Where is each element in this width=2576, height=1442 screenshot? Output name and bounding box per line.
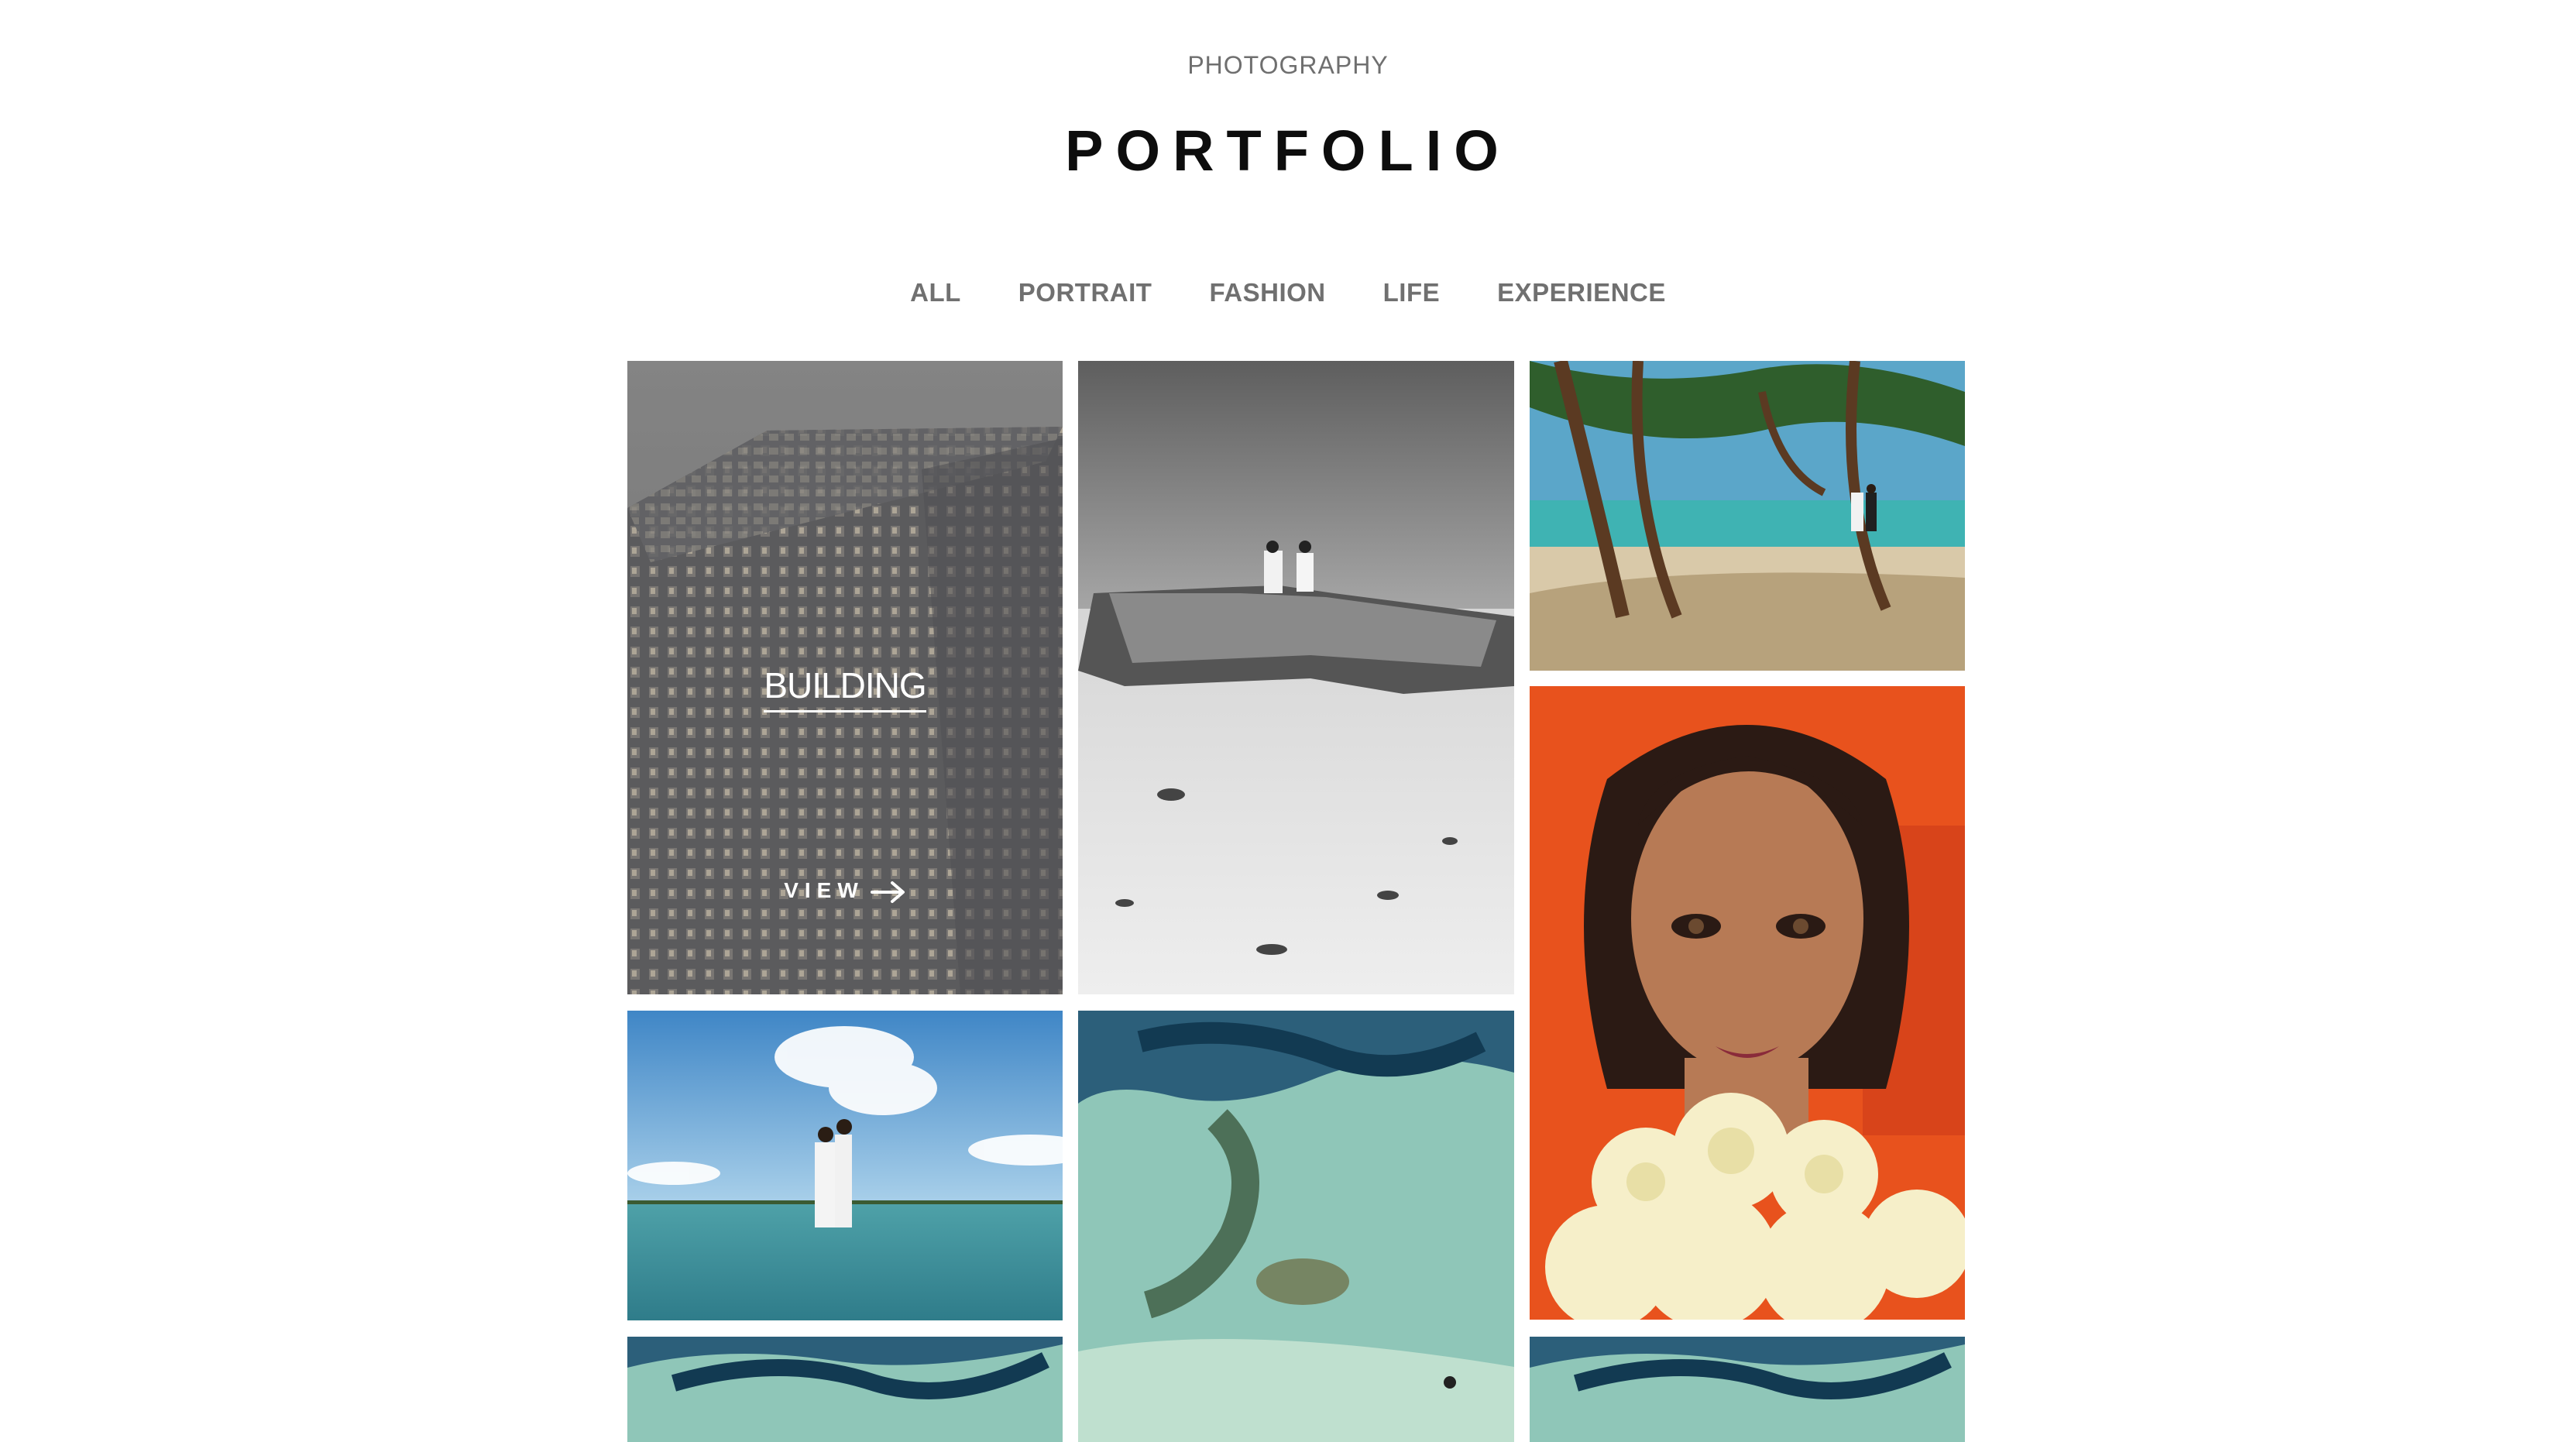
gallery-item-reef-2[interactable] <box>627 1337 1063 1442</box>
couple-water-photo <box>627 1011 1063 1320</box>
page-title: PORTFOLIO <box>1065 118 1511 183</box>
filter-experience[interactable]: EXPERIENCE <box>1497 278 1666 307</box>
boat-photo <box>1078 361 1514 994</box>
reef-photo-2 <box>627 1337 1063 1442</box>
gallery-item-reef-3[interactable] <box>1530 1337 1965 1442</box>
filter-all[interactable]: ALL <box>910 278 961 307</box>
reef-photo-1 <box>1078 1011 1514 1442</box>
view-label: VIEW <box>784 878 864 902</box>
section-eyebrow: PHOTOGRAPHY <box>1187 51 1389 79</box>
beach-trees-photo <box>1530 361 1965 671</box>
reef-photo-3 <box>1530 1337 1965 1442</box>
bride-photo <box>1530 686 1965 1320</box>
filter-fashion[interactable]: FASHION <box>1209 278 1325 307</box>
filter-portrait[interactable]: PORTRAIT <box>1018 278 1152 307</box>
gallery-item-beach-trees[interactable] <box>1530 361 1965 671</box>
gallery-item-boat[interactable] <box>1078 361 1514 994</box>
filter-life[interactable]: LIFE <box>1383 278 1441 307</box>
hover-item-title: BUILDING <box>627 664 1063 712</box>
gallery-item-couple-water[interactable] <box>627 1011 1063 1320</box>
gallery-item-bride[interactable] <box>1530 686 1965 1320</box>
portfolio-page: PHOTOGRAPHY PORTFOLIO ALL PORTRAIT FASHI… <box>0 0 2576 1442</box>
view-link[interactable]: VIEW <box>627 878 1063 904</box>
arrow-right-icon <box>870 881 905 903</box>
gallery-item-reef-1[interactable] <box>1078 1011 1514 1442</box>
filter-nav: ALL PORTRAIT FASHION LIFE EXPERIENCE <box>0 278 2576 307</box>
